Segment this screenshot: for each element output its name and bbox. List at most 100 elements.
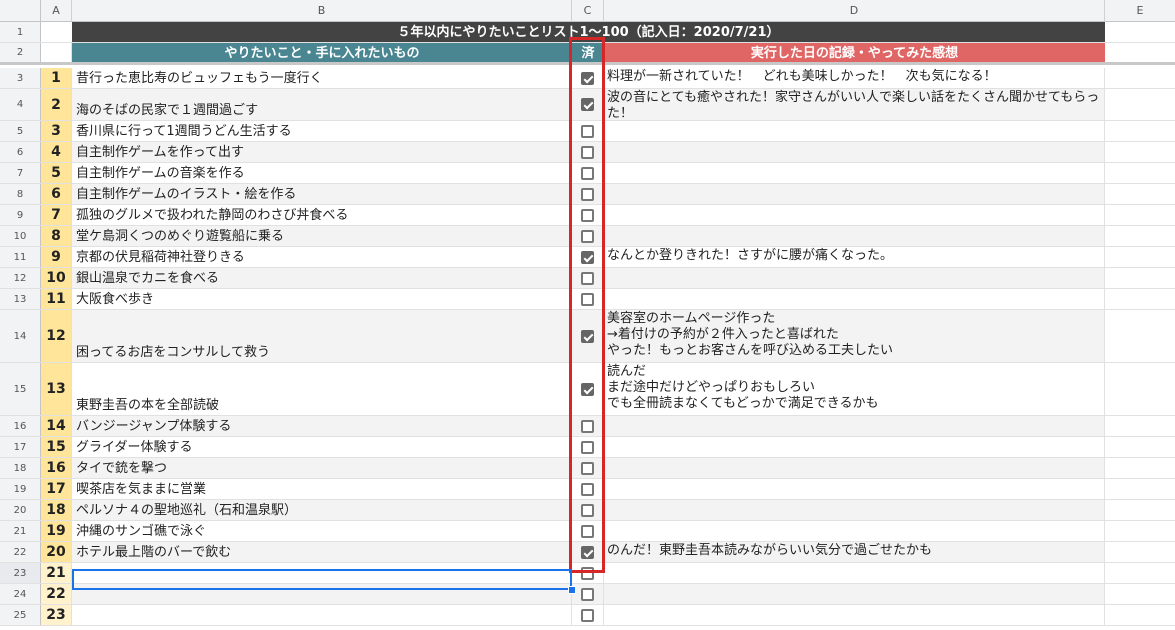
empty-cell[interactable] [1105,363,1175,415]
done-checkbox[interactable] [581,229,594,243]
record-cell[interactable]: のんだ！東野圭吾本読みながらいい気分で過ごせたかも [604,542,1105,562]
done-checkbox[interactable] [581,208,594,222]
row-number[interactable]: 2 [0,43,41,62]
wish-cell[interactable]: 困ってるお店をコンサルして救う [72,310,572,362]
wish-cell[interactable]: タイで銃を撃つ [72,458,572,478]
record-cell[interactable]: 読んだ まだ途中だけどやっぱりおもしろい でも全冊読まなくてもどっかで満足できる… [604,363,1105,415]
record-cell[interactable] [604,605,1105,625]
empty-cell[interactable] [1105,584,1175,604]
row-number[interactable]: 25 [0,605,41,625]
record-cell[interactable]: 料理が一新されていた！ どれも美味しかった！ 次も気になる！ [604,68,1105,88]
done-checkbox[interactable] [581,329,594,343]
empty-cell[interactable] [1105,89,1175,120]
record-cell[interactable] [604,479,1105,499]
row-number[interactable]: 21 [0,521,41,541]
wish-cell[interactable]: 昔行った恵比寿のビュッフェもう一度行く [72,68,572,88]
row-number[interactable]: 13 [0,289,41,309]
empty-cell[interactable] [1105,437,1175,457]
item-number-cell[interactable]: 6 [41,184,72,204]
done-cell[interactable] [572,89,604,120]
record-cell[interactable] [604,584,1105,604]
done-cell[interactable] [572,68,604,88]
empty-cell[interactable] [1105,289,1175,309]
empty-cell[interactable] [1105,247,1175,267]
done-cell[interactable] [572,521,604,541]
empty-cell[interactable] [1105,68,1175,88]
record-cell[interactable] [604,500,1105,520]
item-number-cell[interactable]: 14 [41,416,72,436]
header-wish[interactable]: やりたいこと・手に入れたいもの [72,43,572,62]
wish-cell[interactable]: 京都の伏見稲荷神社登りきる [72,247,572,267]
empty-cell[interactable] [1105,416,1175,436]
row-number[interactable]: 24 [0,584,41,604]
empty-cell[interactable] [1105,268,1175,288]
record-cell[interactable] [604,437,1105,457]
row-number[interactable]: 20 [0,500,41,520]
item-number-cell[interactable]: 16 [41,458,72,478]
row-number[interactable]: 16 [0,416,41,436]
wish-cell[interactable]: 東野圭吾の本を全部読破 [72,363,572,415]
done-checkbox[interactable] [581,503,594,517]
sheet-title[interactable]: ５年以内にやりたいことリスト1〜100（記入日：2020/7/21） [72,22,1105,42]
row-number[interactable]: 10 [0,226,41,246]
wish-cell[interactable]: バンジージャンプ体験する [72,416,572,436]
done-checkbox[interactable] [581,461,594,475]
item-number-cell[interactable]: 19 [41,521,72,541]
item-number-cell[interactable]: 10 [41,268,72,288]
record-cell[interactable] [604,142,1105,162]
record-cell[interactable] [604,563,1105,583]
wish-cell[interactable] [72,584,572,604]
done-cell[interactable] [572,584,604,604]
record-cell[interactable] [604,163,1105,183]
done-cell[interactable] [572,226,604,246]
done-checkbox[interactable] [581,587,594,601]
done-checkbox[interactable] [581,608,594,622]
row-number[interactable]: 14 [0,310,41,362]
column-header-e[interactable]: E [1105,0,1175,22]
item-number-cell[interactable]: 15 [41,437,72,457]
item-number-cell[interactable]: 3 [41,121,72,141]
row-number[interactable]: 17 [0,437,41,457]
row-number[interactable]: 11 [0,247,41,267]
item-number-cell[interactable]: 23 [41,605,72,625]
column-header-d[interactable]: D [604,0,1105,22]
done-checkbox[interactable] [581,124,594,138]
empty-cell[interactable] [1105,121,1175,141]
done-checkbox[interactable] [581,524,594,538]
wish-cell[interactable]: 銀山温泉でカニを食べる [72,268,572,288]
done-cell[interactable] [572,416,604,436]
done-cell[interactable] [572,563,604,583]
done-cell[interactable] [572,458,604,478]
header-done[interactable]: 済 [572,43,604,62]
item-number-cell[interactable]: 21 [41,563,72,583]
wish-cell[interactable]: 自主制作ゲームを作って出す [72,142,572,162]
fill-handle[interactable] [568,586,576,594]
record-cell[interactable] [604,289,1105,309]
done-cell[interactable] [572,184,604,204]
done-cell[interactable] [572,542,604,562]
wish-cell[interactable]: 自主制作ゲームのイラスト・絵を作る [72,184,572,204]
item-number-cell[interactable]: 9 [41,247,72,267]
done-checkbox[interactable] [581,566,594,580]
done-checkbox[interactable] [581,187,594,201]
done-cell[interactable] [572,268,604,288]
row-number[interactable]: 19 [0,479,41,499]
done-cell[interactable] [572,500,604,520]
row-number[interactable]: 3 [0,68,41,88]
empty-cell[interactable] [1105,521,1175,541]
row-number[interactable]: 18 [0,458,41,478]
item-number-cell[interactable]: 5 [41,163,72,183]
done-checkbox[interactable] [581,166,594,180]
wish-cell[interactable]: 孤独のグルメで扱われた静岡のわさび丼食べる [72,205,572,225]
row-number[interactable]: 22 [0,542,41,562]
done-checkbox[interactable] [581,98,594,111]
empty-cell[interactable] [1105,184,1175,204]
row-number[interactable]: 6 [0,142,41,162]
done-checkbox[interactable] [581,545,594,559]
empty-cell[interactable] [1105,479,1175,499]
empty-cell[interactable] [1105,142,1175,162]
empty-cell[interactable] [1105,563,1175,583]
done-cell[interactable] [572,142,604,162]
select-all-corner[interactable] [0,0,41,22]
empty-cell[interactable] [1105,500,1175,520]
